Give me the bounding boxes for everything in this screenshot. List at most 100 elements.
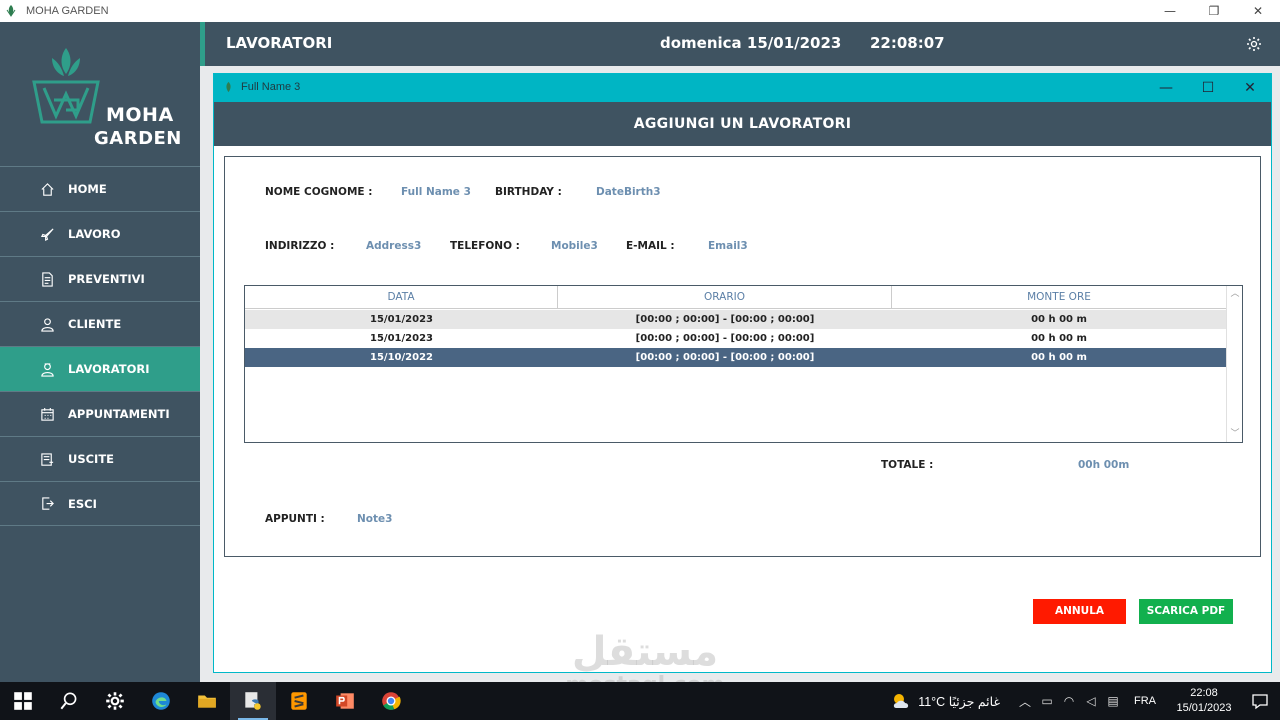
receipt-icon	[38, 451, 56, 467]
sidebar-item-lavoro[interactable]: LAVORO	[0, 211, 200, 256]
birthday-label: BIRTHDAY :	[495, 186, 562, 198]
user-icon	[38, 316, 56, 332]
table-header: DATA ORARIO MONTE ORE	[245, 286, 1226, 309]
logo-text-moha: MOHA	[106, 104, 174, 126]
column-header-orario[interactable]: ORARIO	[558, 286, 892, 309]
sublime-text-icon[interactable]	[276, 682, 322, 720]
app-titlebar: MOHA GARDEN — ❐ ✕	[0, 0, 1280, 22]
system-tray: 11°C غائم جزئيًا ︿ ▭ ◠ ◁ ▤ FRA 22:08 15/…	[890, 682, 1280, 720]
sidebar-item-label: PREVENTIVI	[68, 272, 145, 286]
weather-text: 11°C غائم جزئيًا	[918, 694, 1000, 709]
powerpoint-icon[interactable]	[322, 682, 368, 720]
header-date: domenica 15/01/2023	[660, 34, 842, 52]
dialog-minimize-button[interactable]: —	[1145, 74, 1187, 102]
worker-icon	[38, 361, 56, 377]
total-value: 00h 00m	[1078, 459, 1130, 471]
cell-date: 15/10/2022	[370, 352, 433, 363]
sidebar-item-label: HOME	[68, 182, 107, 196]
calendar-icon	[38, 406, 56, 422]
phone-value: Mobile3	[551, 240, 598, 252]
settings-gear-icon[interactable]	[92, 682, 138, 720]
email-label: E-MAIL :	[626, 240, 675, 252]
sidebar-item-label: APPUNTAMENTI	[68, 407, 170, 421]
cell-hours: 00 h 00 m	[1031, 333, 1087, 344]
logout-icon	[38, 496, 56, 512]
header-time: 22:08:07	[870, 34, 945, 52]
table-row-selected[interactable]: 15/10/2022 [00:00 ; 00:00] - [00:00 ; 00…	[245, 348, 1226, 367]
dialog-close-button[interactable]: ✕	[1229, 74, 1271, 102]
cell-time-range: [00:00 ; 00:00] - [00:00 ; 00:00]	[635, 352, 815, 363]
document-icon	[38, 271, 56, 287]
minimize-button[interactable]: —	[1148, 0, 1192, 22]
app-leaf-icon	[4, 4, 18, 18]
page-title: LAVORATORI	[226, 34, 333, 52]
sidebar-item-uscite[interactable]: USCITE	[0, 436, 200, 481]
worker-details-panel: NOME COGNOME : Full Name 3 BIRTHDAY : Da…	[224, 156, 1261, 557]
phone-label: TELEFONO :	[450, 240, 520, 252]
taskbar: 11°C غائم جزئيًا ︿ ▭ ◠ ◁ ▤ FRA 22:08 15/…	[0, 682, 1280, 720]
restore-button[interactable]: ❐	[1192, 0, 1236, 22]
taskbar-clock[interactable]: 22:08 15/01/2023	[1168, 686, 1240, 716]
dialog-maximize-button[interactable]: ☐	[1187, 74, 1229, 102]
logo-text-garden: GARDEN	[94, 128, 182, 149]
clock-time: 22:08	[1190, 687, 1218, 699]
windows-start-icon[interactable]	[0, 682, 46, 720]
name-label: NOME COGNOME :	[265, 186, 373, 198]
cell-date: 15/01/2023	[370, 314, 433, 325]
sidebar-item-appuntamenti[interactable]: APPUNTAMENTI	[0, 391, 200, 436]
wifi-icon[interactable]: ◠	[1058, 694, 1080, 708]
notes-label: APPUNTI :	[265, 513, 325, 525]
table-row[interactable]: 15/01/2023 [00:00 ; 00:00] - [00:00 ; 00…	[245, 310, 1226, 329]
dialog-title: Full Name 3	[241, 81, 301, 93]
chrome-icon[interactable]	[368, 682, 414, 720]
scroll-down-icon[interactable]: ﹀	[1227, 426, 1243, 442]
sidebar-item-label: LAVORATORI	[68, 362, 150, 376]
sidebar-item-home[interactable]: HOME	[0, 166, 200, 211]
cell-time-range: [00:00 ; 00:00] - [00:00 ; 00:00]	[635, 333, 815, 344]
cell-time-range: [00:00 ; 00:00] - [00:00 ; 00:00]	[635, 314, 815, 325]
address-value: Address3	[366, 240, 422, 252]
gear-icon[interactable]	[1246, 36, 1262, 52]
app-title: MOHA GARDEN	[26, 5, 109, 17]
volume-icon[interactable]: ◁	[1080, 694, 1102, 708]
python-app-icon[interactable]	[230, 682, 276, 720]
download-pdf-button[interactable]: SCARICA PDF	[1139, 599, 1233, 624]
sidebar-item-cliente[interactable]: CLIENTE	[0, 301, 200, 346]
sidebar-item-esci[interactable]: ESCI	[0, 481, 200, 526]
notes-value: Note3	[357, 513, 393, 525]
cell-hours: 00 h 00 m	[1031, 314, 1087, 325]
keyboard-icon[interactable]: ▤	[1102, 694, 1124, 708]
sidebar-item-lavoratori[interactable]: LAVORATORI	[0, 346, 200, 391]
sidebar-item-preventivi[interactable]: PREVENTIVI	[0, 256, 200, 301]
table-scrollbar[interactable]: ︿ ﹀	[1226, 286, 1242, 442]
sidebar-item-label: LAVORO	[68, 227, 121, 241]
language-indicator[interactable]: FRA	[1134, 695, 1156, 707]
total-label: TOTALE :	[881, 459, 934, 471]
close-button[interactable]: ✕	[1236, 0, 1280, 22]
search-icon[interactable]	[46, 682, 92, 720]
dialog-titlebar: Full Name 3 — ☐ ✕	[214, 74, 1271, 102]
column-header-data[interactable]: DATA	[245, 286, 558, 309]
add-worker-dialog: Full Name 3 — ☐ ✕ AGGIUNGI UN LAVORATORI…	[213, 73, 1272, 673]
sidebar-item-label: ESCI	[68, 496, 97, 511]
partly-cloudy-icon	[894, 694, 909, 708]
file-explorer-icon[interactable]	[184, 682, 230, 720]
notification-icon[interactable]	[1240, 692, 1280, 710]
chevron-up-icon[interactable]: ︿	[1014, 693, 1036, 710]
sidebar-item-label: CLIENTE	[68, 317, 122, 331]
clock-date: 15/01/2023	[1176, 702, 1232, 714]
name-value: Full Name 3	[401, 186, 471, 198]
battery-icon[interactable]: ▭	[1036, 694, 1058, 708]
home-icon	[38, 181, 56, 197]
table-row[interactable]: 15/01/2023 [00:00 ; 00:00] - [00:00 ; 00…	[245, 329, 1226, 348]
sidebar-nav: HOME LAVORO PREVENTIVI CLIENTE LAVORATOR…	[0, 166, 200, 526]
dialog-leaf-icon	[226, 81, 231, 93]
sidebar: MOHA GARDEN HOME LAVORO PREVENTIVI CLIEN…	[0, 22, 200, 682]
scroll-up-icon[interactable]: ︿	[1227, 286, 1243, 302]
column-header-monte-ore[interactable]: MONTE ORE	[892, 286, 1226, 309]
cell-hours: 00 h 00 m	[1031, 352, 1087, 363]
cancel-button[interactable]: ANNULA	[1033, 599, 1126, 624]
edge-browser-icon[interactable]	[138, 682, 184, 720]
weather-widget[interactable]: 11°C غائم جزئيًا	[890, 690, 1000, 712]
page-header: LAVORATORI domenica 15/01/2023 22:08:07	[205, 22, 1280, 66]
